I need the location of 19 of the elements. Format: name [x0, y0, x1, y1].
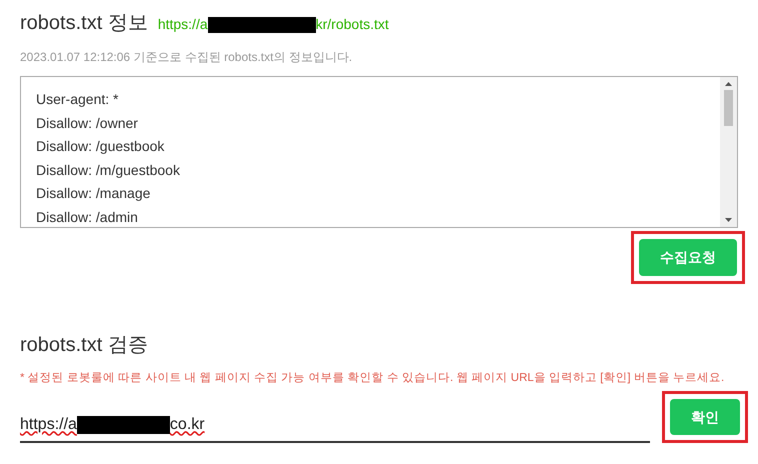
- scrollbar[interactable]: [720, 77, 737, 227]
- robots-line: Disallow: /manage: [36, 184, 150, 203]
- scrollbar-thumb[interactable]: [724, 90, 733, 126]
- site-url-link[interactable]: https://a: [158, 14, 208, 35]
- robots-line: User-agent: *: [36, 90, 118, 109]
- section-title: robots.txt 검증: [20, 333, 148, 358]
- section-title: robots.txt 정보: [20, 11, 148, 36]
- url-input-field[interactable]: https://a co.kr: [20, 409, 650, 444]
- robots-line: Disallow: /m/guestbook: [36, 160, 180, 180]
- scroll-down-icon[interactable]: [725, 218, 732, 222]
- confirm-button[interactable]: 확인: [670, 399, 740, 436]
- robots-url-link[interactable]: kr/robots.txt: [316, 14, 389, 35]
- scroll-up-icon[interactable]: [725, 82, 732, 86]
- collected-info-text: 2023.01.07 12:12:06 기준으로 수집된 robots.txt의 정보입니다.: [20, 49, 354, 66]
- verify-note: * 설정된 로봇룰에 따른 사이트 내 웹 페이지 수집 가능 여부를 확인할 수 있습니다. 웹 페이지 URL을 입력하고 [확인] 버튼을 누르세요.: [20, 371, 724, 386]
- robots-line: Disallow: /guestbook: [36, 137, 164, 156]
- robots-line: Disallow: /owner: [36, 114, 138, 132]
- collect-request-button[interactable]: 수집요청: [639, 239, 737, 276]
- robots-line: Disallow: /admin: [36, 208, 138, 226]
